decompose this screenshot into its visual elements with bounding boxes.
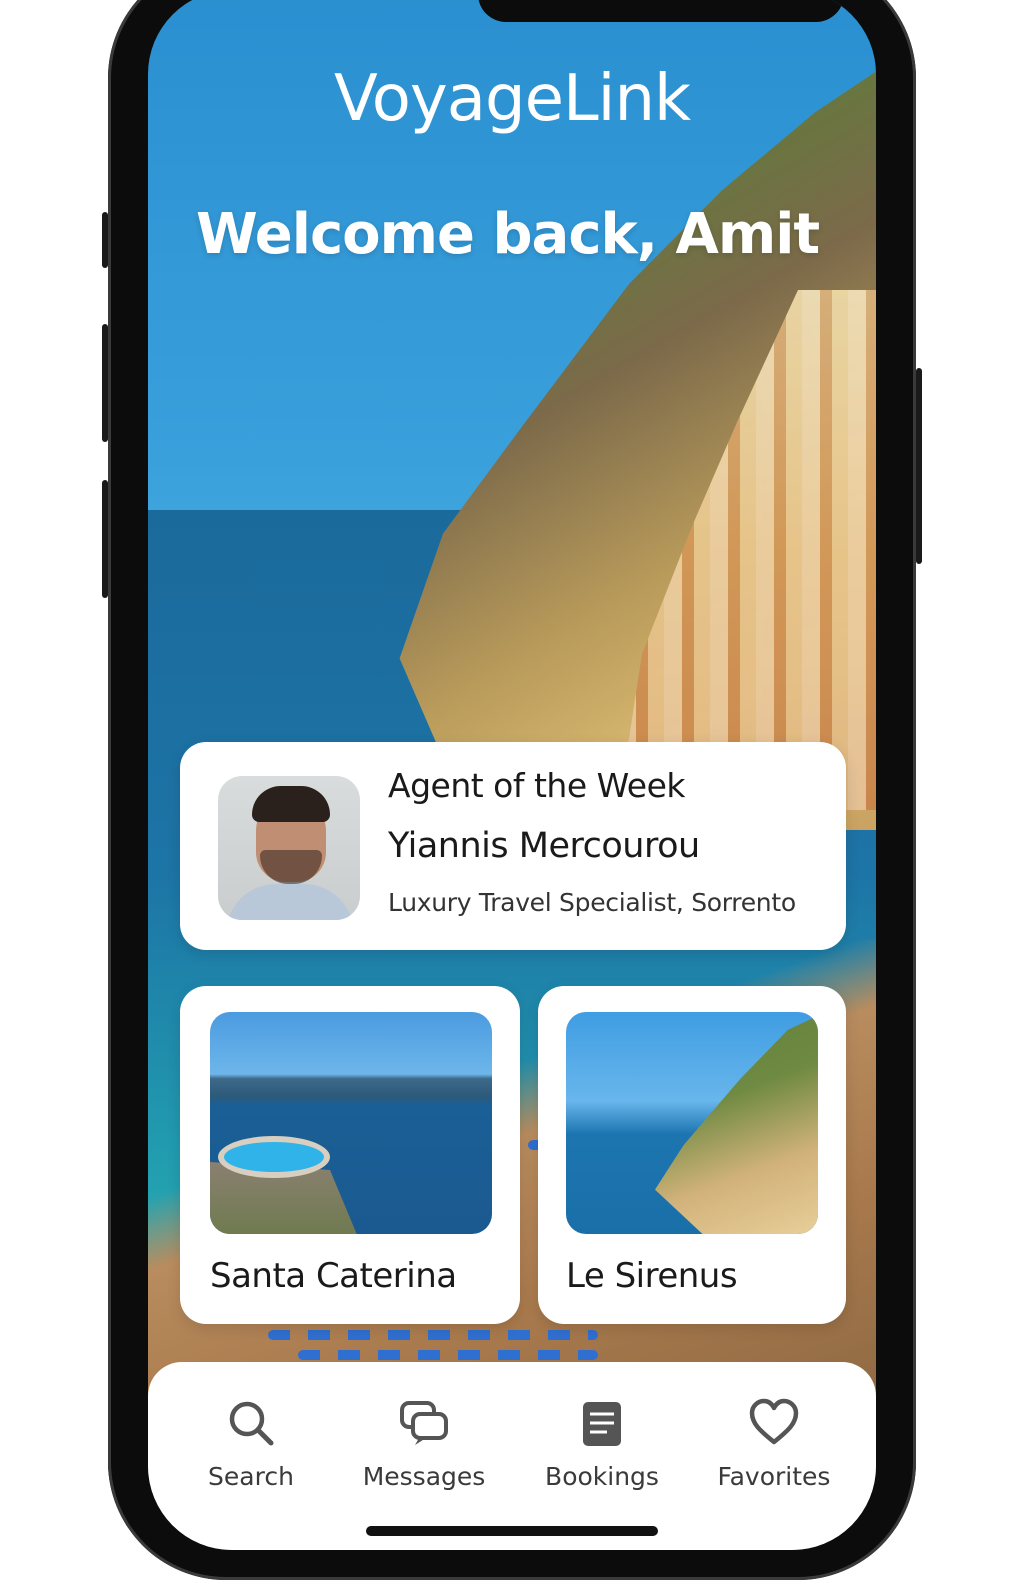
heart-icon <box>749 1398 799 1445</box>
agent-card-label: Agent of the Week <box>388 766 686 805</box>
bookings-icon <box>583 1402 621 1446</box>
volume-down-button <box>102 324 108 442</box>
tab-bookings-label: Bookings <box>545 1462 659 1491</box>
agent-avatar <box>218 776 360 920</box>
agent-role: Luxury Travel Specialist, Sorrento <box>388 888 796 917</box>
tab-messages[interactable]: Messages <box>339 1398 509 1491</box>
destination-photo <box>210 1012 492 1234</box>
tab-search[interactable]: Search <box>166 1398 336 1491</box>
messages-icon <box>400 1401 448 1445</box>
beach-umbrellas <box>268 1330 598 1340</box>
silent-switch <box>102 480 108 598</box>
home-indicator[interactable] <box>366 1526 658 1536</box>
notch <box>478 0 844 22</box>
destination-photo <box>566 1012 818 1234</box>
welcome-greeting: Welcome back, Amit <box>196 202 820 267</box>
screen: VoyageLink Welcome back, Amit Agent of t… <box>148 0 876 1550</box>
search-icon <box>229 1401 274 1446</box>
destination-name: Le Sirenus <box>566 1256 738 1296</box>
destination-card-le-sirenus[interactable]: Le Sirenus <box>538 986 846 1324</box>
agent-of-the-week-card[interactable]: Agent of the Week Yiannis Mercourou Luxu… <box>180 742 846 950</box>
tab-favorites[interactable]: Favorites <box>689 1398 859 1491</box>
tab-bar: Search Messages Bookings Favorites <box>148 1362 876 1550</box>
app-title: VoyageLink <box>333 62 691 136</box>
tab-search-label: Search <box>208 1462 294 1491</box>
volume-up-button <box>102 212 108 268</box>
agent-name: Yiannis Mercourou <box>388 826 700 866</box>
tab-favorites-label: Favorites <box>717 1462 831 1491</box>
destination-card-santa-caterina[interactable]: Santa Caterina <box>180 986 520 1324</box>
tab-messages-label: Messages <box>362 1462 486 1491</box>
tab-bookings[interactable]: Bookings <box>517 1398 687 1491</box>
power-button <box>916 368 922 564</box>
destination-name: Santa Caterina <box>210 1256 457 1296</box>
beach-umbrellas <box>298 1350 598 1360</box>
